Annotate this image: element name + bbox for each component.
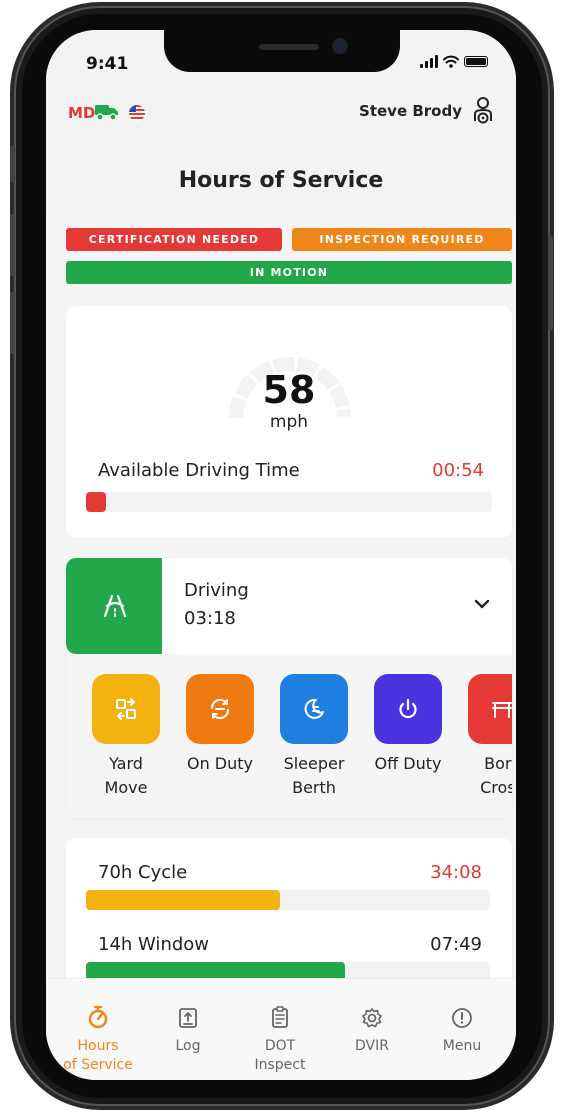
available-driving-value: 00:54 xyxy=(432,460,484,481)
mute-switch xyxy=(10,146,15,182)
page-title: Hours of Service xyxy=(178,168,384,193)
power-icon xyxy=(399,698,417,719)
nav-log-label: Log xyxy=(175,1038,201,1054)
status-icons xyxy=(420,55,488,68)
user-name[interactable]: Steve Brody xyxy=(359,102,462,120)
nav-hours-label: Hours of Service xyxy=(63,1038,133,1073)
current-duty-status: Driving xyxy=(184,580,249,601)
cycle-70h-bar xyxy=(86,890,490,910)
current-duty-time: 03:18 xyxy=(184,608,236,629)
camera xyxy=(334,40,346,52)
available-driving-label: Available Driving Time xyxy=(98,460,300,481)
bottom-nav: Hours of Service Log DOT Inspect DVIR Me… xyxy=(46,978,516,1080)
sleeper-berth-button[interactable]: Sleeper Berth xyxy=(280,674,350,800)
available-driving-bar xyxy=(86,492,492,512)
speed-card: 58 mph Available Driving Time 00:54 xyxy=(66,306,512,538)
info-icon xyxy=(452,1008,472,1028)
wifi-icon xyxy=(443,55,459,68)
stopwatch-icon xyxy=(88,1005,108,1029)
nav-dvir-label: DVIR xyxy=(355,1038,389,1054)
on-duty-label: On Duty xyxy=(186,754,254,773)
driving-status-tile[interactable] xyxy=(66,558,162,654)
upload-log-icon xyxy=(179,1008,197,1028)
speed-value: 58 xyxy=(262,368,316,412)
available-driving-bar-fill xyxy=(86,492,107,512)
sleeper-berth-icon xyxy=(304,698,324,719)
border-crossing-icon xyxy=(492,702,512,718)
certification-needed-badge[interactable]: CERTIFICATION NEEDED xyxy=(66,228,282,251)
speaker xyxy=(259,44,319,50)
cycle-70h-label: 70h Cycle xyxy=(98,862,188,883)
in-motion-badge: IN MOTION xyxy=(66,261,512,284)
truck-icon xyxy=(95,105,118,121)
yard-move-tile[interactable] xyxy=(92,674,160,744)
on-duty-tile[interactable] xyxy=(186,674,254,744)
off-duty-label: Off Duty xyxy=(374,754,442,773)
duty-status-card: Driving 03:18 Yard Move On Duty Sleeper … xyxy=(66,558,512,818)
border-crossing-button[interactable]: BorcCross xyxy=(468,674,512,800)
yard-move-button[interactable]: Yard Move xyxy=(92,674,162,800)
us-flag-icon xyxy=(129,105,145,121)
power-button xyxy=(548,236,553,330)
status-time: 9:41 xyxy=(86,54,129,74)
road-icon xyxy=(103,594,127,618)
sleeper-berth-tile[interactable] xyxy=(280,674,348,744)
notch xyxy=(164,30,400,72)
off-duty-tile[interactable] xyxy=(374,674,442,744)
nav-dot-inspect-label: DOT Inspect xyxy=(254,1038,306,1073)
signal-icon xyxy=(420,55,438,68)
gear-icon xyxy=(362,1008,382,1028)
cycle-70h-bar-fill xyxy=(86,890,280,910)
window-14h-label: 14h Window xyxy=(98,934,210,955)
yard-move-label: Yard Move xyxy=(104,754,148,797)
duty-options-row[interactable]: Yard Move On Duty Sleeper Berth Off Duty… xyxy=(92,674,512,814)
battery-icon xyxy=(464,56,488,67)
border-crossing-tile[interactable] xyxy=(468,674,512,744)
state-code: MD xyxy=(68,104,96,122)
user-profile-icon[interactable] xyxy=(472,96,494,126)
yard-move-icon xyxy=(116,698,136,720)
off-duty-button[interactable]: Off Duty xyxy=(374,674,444,776)
cycle-70h-value: 34:08 xyxy=(430,862,482,883)
on-duty-icon xyxy=(210,698,230,720)
app-screen: 9:41 MD Steve Brody Hours of Service CER… xyxy=(46,30,516,1080)
on-duty-button[interactable]: On Duty xyxy=(186,674,256,776)
sleeper-berth-label: Sleeper Berth xyxy=(283,754,345,797)
volume-down-button xyxy=(10,292,15,354)
volume-up-button xyxy=(10,214,15,276)
window-14h-value: 07:49 xyxy=(430,934,482,955)
clipboard-icon xyxy=(272,1006,288,1028)
inspection-required-badge[interactable]: INSPECTION REQUIRED xyxy=(292,228,512,251)
nav-menu-label: Menu xyxy=(442,1038,482,1054)
chevron-down-icon[interactable] xyxy=(474,598,490,610)
speed-unit: mph xyxy=(269,412,309,432)
border-crossing-label: BorcCross xyxy=(480,754,512,797)
